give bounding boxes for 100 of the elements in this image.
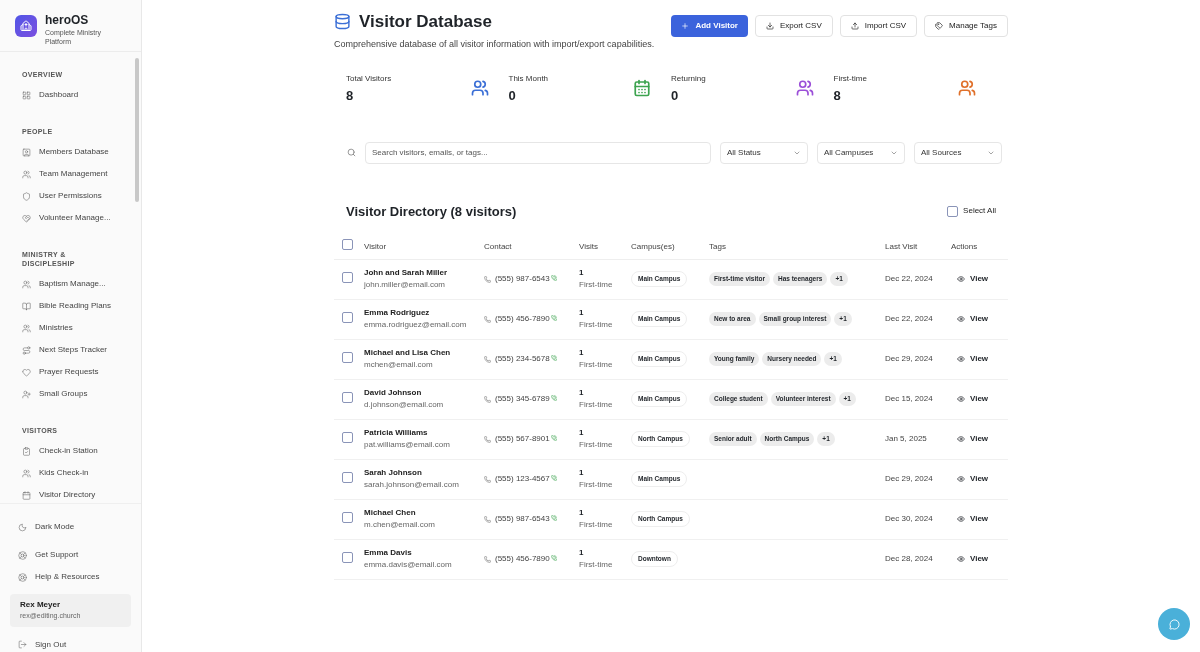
users-icon [22, 279, 31, 289]
call-icon[interactable] [550, 314, 557, 321]
sidebar-item[interactable]: Prayer Requests [22, 361, 119, 383]
filter-dropdown[interactable]: All Sources [914, 141, 1002, 164]
contact-card-icon [22, 147, 31, 157]
checkbox[interactable] [342, 511, 353, 523]
visitor-email: pat.williams@email.com [364, 439, 451, 451]
last-visit: Dec 15, 2024 [885, 379, 951, 419]
stat-value: 0 [508, 87, 517, 105]
heart-icon [22, 367, 31, 377]
phone-number: (555) 345-6789 [495, 393, 550, 405]
call-icon[interactable] [550, 354, 557, 361]
view-button[interactable]: View [957, 353, 989, 365]
phone-icon [484, 355, 491, 363]
search-icon [347, 148, 356, 157]
user-plus-icon [22, 389, 31, 399]
phone-icon [484, 555, 491, 563]
checkbox[interactable] [342, 431, 353, 443]
sidebar-item[interactable]: Next Steps Tracker [22, 339, 119, 361]
visitor-status: First-time [579, 359, 614, 371]
view-button[interactable]: View [957, 273, 989, 285]
call-icon[interactable] [550, 554, 557, 561]
page-title: Visitor Database [359, 11, 492, 33]
visit-count: 1 [579, 507, 585, 519]
visitor-email: sarah.johnson@email.com [364, 479, 460, 491]
search-field[interactable]: Search visitors, emails, or tags... [365, 141, 711, 164]
call-icon[interactable] [550, 474, 557, 481]
phone-number: (555) 987-6543 [495, 273, 550, 285]
sidebar-item[interactable]: Help & Resources [18, 566, 123, 588]
database-icon [334, 13, 351, 31]
primary-button[interactable]: Add Visitor [671, 15, 748, 37]
sidebar-item[interactable]: User Permissions [22, 185, 119, 207]
tags-icon [935, 22, 944, 30]
toolbar-button[interactable]: Manage Tags [924, 15, 1008, 37]
chat-button[interactable] [1158, 608, 1190, 640]
view-button[interactable]: View [957, 433, 989, 445]
visit-count: 1 [579, 347, 585, 359]
sidebar-item[interactable]: Small Groups [22, 383, 119, 405]
visit-count: 1 [579, 427, 585, 439]
view-button[interactable]: View [957, 393, 989, 405]
last-visit: Dec 22, 2024 [885, 299, 951, 339]
download-icon [765, 22, 774, 30]
checkbox[interactable] [342, 311, 353, 323]
checkbox[interactable] [342, 271, 353, 283]
section-title: Visitor Directory (8 visitors) [346, 202, 517, 221]
checkbox[interactable] [947, 205, 959, 217]
checkbox[interactable] [342, 351, 353, 363]
chat-icon [1168, 618, 1180, 630]
phone-icon [484, 515, 491, 523]
view-button[interactable]: View [957, 473, 989, 485]
phone-number: (555) 123-4567 [495, 473, 550, 485]
select-all-label: Select All [963, 205, 996, 218]
filter-dropdown[interactable]: All Status [720, 141, 808, 164]
sidebar-item[interactable]: Baptism Manage... [22, 273, 119, 295]
checkbox[interactable] [342, 391, 353, 403]
filter-dropdown[interactable]: All Campuses [817, 141, 905, 164]
sidebar-item[interactable]: Volunteer Manage... [22, 207, 119, 229]
sidebar-item[interactable]: Ministries [22, 317, 119, 339]
visitor-status: First-time [579, 559, 614, 571]
checkbox[interactable] [342, 471, 353, 483]
toolbar-button[interactable]: Import CSV [839, 15, 918, 37]
eye-icon [957, 515, 965, 523]
phone-icon [484, 275, 491, 283]
view-button[interactable]: View [957, 313, 989, 325]
sidebar-item[interactable]: Members Database [22, 141, 119, 163]
column-header: Contact [484, 235, 579, 259]
toolbar-button[interactable]: Export CSV [754, 15, 833, 37]
view-button[interactable]: View [957, 513, 989, 525]
visit-count: 1 [579, 267, 585, 279]
stat-label: This Month [508, 73, 549, 85]
checkbox[interactable] [342, 239, 353, 251]
upload-icon [850, 22, 859, 30]
eye-icon [957, 555, 965, 563]
scrollbar[interactable] [135, 58, 139, 202]
phone-icon [484, 315, 491, 323]
visit-count: 1 [579, 307, 585, 319]
eye-icon [957, 435, 965, 443]
sidebar-item[interactable]: Dark Mode [18, 516, 123, 538]
sidebar-item[interactable]: Bible Reading Plans [22, 295, 119, 317]
sidebar-item[interactable]: Check-in Station [22, 440, 119, 462]
user-name: Rex Meyer [20, 599, 62, 611]
view-button[interactable]: View [957, 553, 989, 565]
sign-out-button[interactable]: Sign Out [18, 638, 123, 651]
stat-value: 0 [671, 87, 680, 105]
call-icon[interactable] [550, 274, 557, 281]
shield-icon [22, 191, 31, 201]
sidebar-item[interactable]: Team Management [22, 163, 119, 185]
eye-icon [957, 355, 965, 363]
call-icon[interactable] [550, 394, 557, 401]
sidebar-item[interactable]: Get Support [18, 544, 123, 566]
last-visit: Dec 22, 2024 [885, 259, 951, 299]
call-icon[interactable] [550, 514, 557, 521]
sidebar-item[interactable]: Dashboard [22, 84, 119, 106]
sidebar-item[interactable]: Kids Check-in [22, 462, 119, 484]
stat-value: 8 [833, 87, 842, 105]
checkbox[interactable] [342, 551, 353, 563]
call-icon[interactable] [550, 434, 557, 441]
book-icon [22, 301, 31, 311]
sidebar-item[interactable]: Visitor Directory [22, 484, 119, 503]
sign-out-icon [18, 640, 27, 649]
